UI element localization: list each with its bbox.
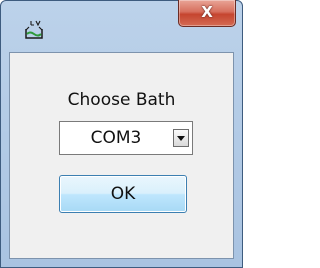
bath-app-icon: [23, 19, 45, 41]
ok-button[interactable]: OK: [59, 175, 187, 213]
close-button[interactable]: X: [178, 0, 236, 27]
dialog-body: Choose Bath COM3 OK: [9, 52, 234, 259]
port-select[interactable]: COM3: [59, 121, 193, 155]
chevron-down-icon: [177, 136, 185, 141]
dropdown-button[interactable]: [173, 129, 189, 147]
port-select-value: COM3: [90, 128, 142, 148]
title-bar[interactable]: X: [1, 0, 242, 52]
close-icon: X: [201, 3, 213, 21]
choose-bath-label: Choose Bath: [67, 90, 176, 110]
ok-button-label: OK: [110, 184, 136, 204]
dialog-window: X Choose Bath COM3 OK: [0, 0, 243, 268]
